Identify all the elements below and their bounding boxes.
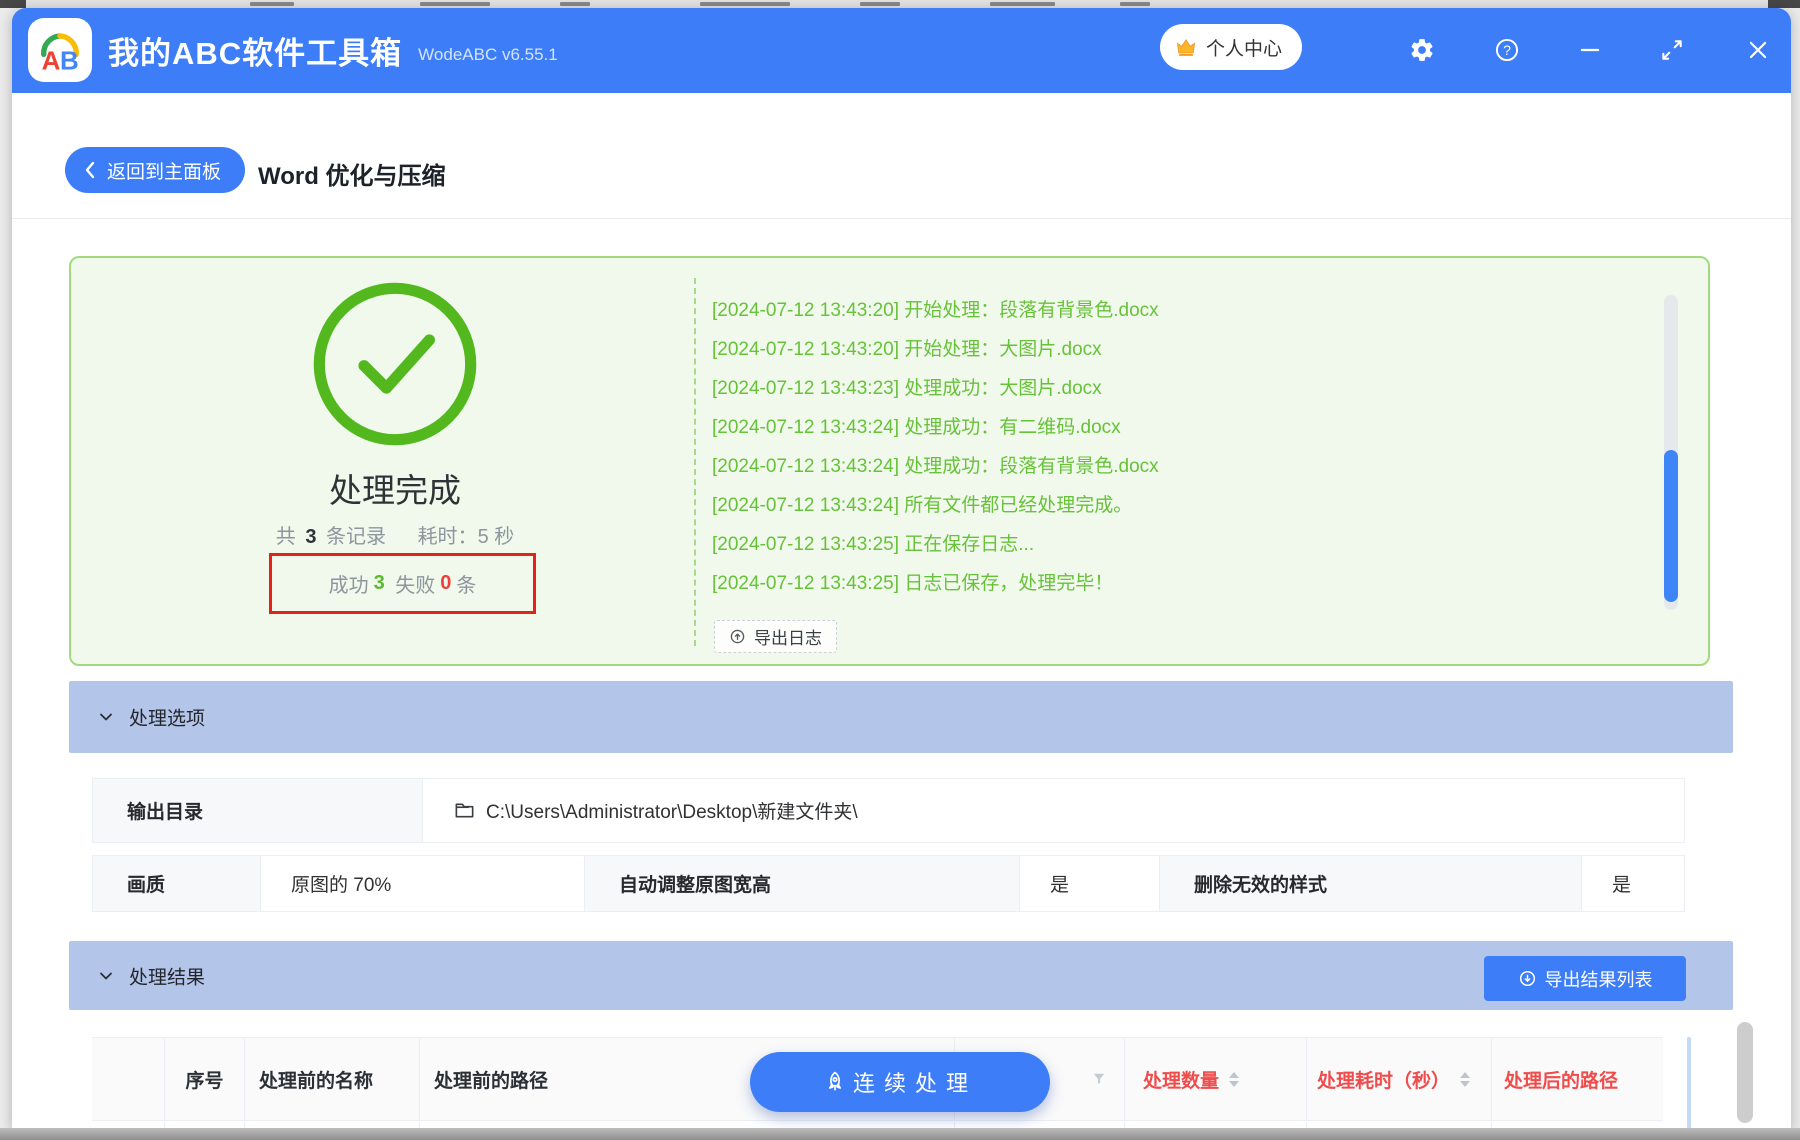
checkbox-column-header	[92, 1038, 165, 1120]
upload-circle-icon	[730, 629, 745, 644]
continue-processing-button[interactable]: 连续处理	[750, 1052, 1050, 1112]
chevron-down-icon	[97, 967, 115, 990]
column-count[interactable]: 处理数量	[1125, 1038, 1307, 1120]
results-section-title: 处理结果	[129, 967, 206, 988]
options-section-title: 处理选项	[129, 708, 206, 730]
log-line: [2024-07-12 13:43:20] 开始处理：大图片.docx	[712, 339, 1102, 360]
column-path-after: 处理后的路径	[1504, 1070, 1619, 1092]
elapsed-value: 5 秒	[477, 526, 515, 548]
background-fragment	[250, 2, 294, 6]
success-count: 3	[373, 572, 385, 594]
rocket-icon	[828, 1071, 842, 1091]
log-line: [2024-07-12 13:43:20] 开始处理：段落有背景色.docx	[712, 300, 1159, 321]
remove-invalid-styles-value: 是	[1582, 856, 1684, 911]
background-taskbar-strip	[0, 1128, 1800, 1140]
quality-value: 原图的 70%	[261, 856, 585, 911]
log-line: [2024-07-12 13:43:25] 正在保存日志...	[712, 534, 1035, 555]
page-title: Word 优化与压缩	[258, 163, 446, 190]
filter-funnel-icon[interactable]	[1090, 1070, 1108, 1088]
svg-text:A: A	[42, 46, 61, 76]
column-name-before: 处理前的名称	[245, 1038, 420, 1120]
table-scroll-edge	[1687, 1037, 1691, 1130]
log-line: [2024-07-12 13:43:24] 处理成功：段落有背景色.docx	[712, 456, 1159, 477]
options-row: 画质 原图的 70% 自动调整原图宽高 是 删除无效的样式 是	[92, 855, 1685, 912]
export-log-label: 导出日志	[754, 629, 822, 648]
svg-text:?: ?	[1503, 42, 1511, 58]
app-title: 我的ABC软件工具箱	[108, 36, 403, 71]
back-button-label: 返回到主面板	[107, 161, 222, 183]
summary-panel: 处理完成 共 3 条记录 耗时：5 秒 成功 3 失败 0 条 [2024-07…	[69, 256, 1710, 666]
minimize-icon[interactable]	[1576, 36, 1604, 64]
dashed-divider	[694, 278, 696, 646]
sort-carets-icon[interactable]	[1229, 1071, 1240, 1087]
log-line: [2024-07-12 13:43:25] 日志已保存，处理完毕！	[712, 573, 1114, 594]
export-log-button[interactable]: 导出日志	[714, 620, 837, 653]
continue-processing-label: 连续处理	[852, 1071, 977, 1096]
log-line: [2024-07-12 13:43:24] 处理成功：有二维码.docx	[712, 417, 1121, 438]
auto-resize-label: 自动调整原图宽高	[585, 856, 1020, 911]
personal-center-label: 个人中心	[1206, 38, 1283, 60]
log-scrollbar	[1664, 295, 1678, 610]
success-check-icon	[309, 278, 481, 455]
fail-count: 0	[440, 572, 452, 594]
quality-label: 画质	[93, 856, 261, 911]
column-elapsed[interactable]: 处理耗时（秒）	[1307, 1038, 1492, 1120]
background-fragment	[420, 2, 490, 6]
chevron-left-icon	[85, 161, 95, 179]
app-version: WodeABC v6.55.1	[418, 44, 558, 64]
maximize-icon[interactable]	[1658, 36, 1686, 64]
output-dir-value: C:\Users\Administrator\Desktop\新建文件夹\	[486, 802, 858, 823]
background-fragment	[990, 2, 1055, 6]
remove-invalid-styles-label: 删除无效的样式	[1160, 856, 1582, 911]
summary-stats: 共 3 条记录 耗时：5 秒	[275, 526, 515, 548]
personal-center-button[interactable]: 个人中心	[1160, 24, 1303, 70]
settings-gear-icon[interactable]	[1408, 36, 1436, 64]
column-index: 序号	[165, 1038, 245, 1120]
background-fragment	[1768, 0, 1800, 8]
success-fail-annotation: 成功 3 失败 0 条	[269, 553, 536, 614]
auto-resize-value: 是	[1020, 856, 1160, 911]
background-fragment	[560, 2, 590, 6]
svg-text:B: B	[60, 46, 79, 76]
options-section-header[interactable]: 处理选项	[69, 681, 1733, 753]
background-fragment	[700, 2, 790, 6]
output-dir-label: 输出目录	[93, 779, 423, 842]
log-list: [2024-07-12 13:43:20] 开始处理：段落有背景色.docx […	[712, 291, 1159, 603]
app-logo-icon: A B	[28, 18, 92, 82]
crown-icon	[1174, 35, 1198, 59]
background-fragment	[1120, 2, 1150, 6]
close-icon[interactable]	[1744, 36, 1772, 64]
log-scrollbar-thumb[interactable]	[1664, 450, 1678, 602]
background-window-strip	[0, 0, 1800, 8]
background-fragment	[0, 0, 26, 8]
export-results-button[interactable]: 导出结果列表	[1484, 956, 1686, 1001]
sort-carets-icon[interactable]	[1460, 1071, 1471, 1087]
help-icon[interactable]: ?	[1493, 36, 1521, 64]
folder-icon	[455, 803, 474, 818]
title-group: 我的ABC软件工具箱 WodeABC v6.55.1	[108, 8, 558, 93]
total-count: 3	[305, 526, 317, 548]
download-circle-icon	[1519, 970, 1535, 987]
background-fragment	[860, 2, 900, 6]
page-scrollbar-thumb[interactable]	[1737, 1022, 1753, 1123]
status-title: 处理完成	[329, 472, 461, 509]
output-dir-value-cell: C:\Users\Administrator\Desktop\新建文件夹\	[423, 779, 1684, 842]
chevron-down-icon	[97, 708, 115, 731]
results-section-header[interactable]: 处理结果 导出结果列表	[69, 941, 1733, 1010]
app-window: A B 我的ABC软件工具箱 WodeABC v6.55.1 个人中心 ? 返回…	[12, 8, 1791, 1130]
back-to-main-button[interactable]: 返回到主面板	[65, 147, 246, 193]
titlebar: A B 我的ABC软件工具箱 WodeABC v6.55.1 个人中心 ?	[12, 8, 1791, 93]
divider	[12, 218, 1791, 219]
log-line: [2024-07-12 13:43:23] 处理成功：大图片.docx	[712, 378, 1102, 399]
export-results-label: 导出结果列表	[1544, 969, 1653, 990]
log-line: [2024-07-12 13:43:24] 所有文件都已经处理完成。	[712, 495, 1133, 516]
output-dir-row: 输出目录 C:\Users\Administrator\Desktop\新建文件…	[92, 778, 1685, 843]
